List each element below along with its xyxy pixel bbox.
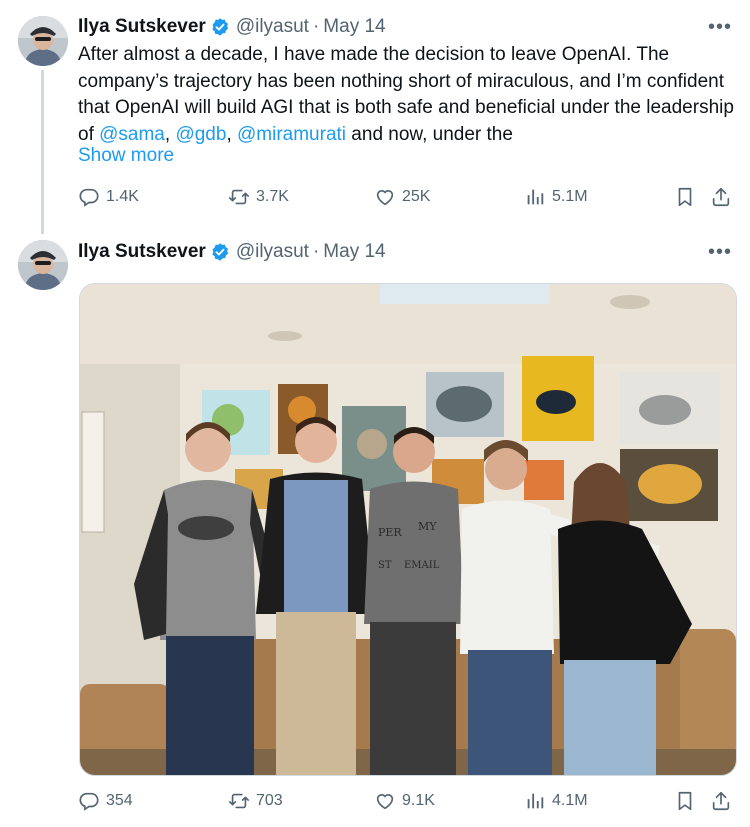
like-button[interactable]: 9.1K [374,790,435,812]
action-bar: 354 703 9.1K 4.1M [78,790,738,816]
heart-icon [374,790,396,812]
tweet-photo[interactable]: PER MY ST EMAIL [79,283,737,776]
bookmark-icon [674,790,696,812]
reply-button[interactable]: 354 [78,790,133,812]
shirt-text-my: MY [418,520,437,533]
share-icon [710,790,732,812]
share-button[interactable] [710,790,732,812]
repost-icon [228,790,250,812]
shirt-text-email: EMAIL [404,560,440,571]
separator-dot: · [312,241,320,262]
shirt-text-st: ST [378,560,392,571]
views-button[interactable]: 4.1M [524,790,588,812]
avatar-image [18,240,68,290]
reply-icon [78,790,100,812]
repost-button[interactable]: 703 [228,790,283,812]
like-count: 9.1K [402,792,435,809]
more-options-icon[interactable]: ••• [708,242,732,262]
views-count: 4.1M [552,792,588,809]
author-handle[interactable]: @ilyasut [236,241,309,263]
tweet-header: Ilya Sutskever @ilyasut · May 14 [78,239,386,265]
verified-badge-icon [210,242,230,262]
shirt-text-per: PER [378,526,402,539]
repost-count: 703 [256,792,283,809]
views-icon [524,790,546,812]
tweet-date[interactable]: May 14 [323,241,385,263]
group-photo-image: PER MY ST EMAIL [80,284,736,775]
author-name[interactable]: Ilya Sutskever [78,241,206,263]
reply-count: 354 [106,792,133,809]
bookmark-button[interactable] [674,790,696,812]
avatar[interactable] [18,240,68,290]
tweet-2[interactable]: Ilya Sutskever @ilyasut · May 14 ••• PER… [0,0,750,827]
